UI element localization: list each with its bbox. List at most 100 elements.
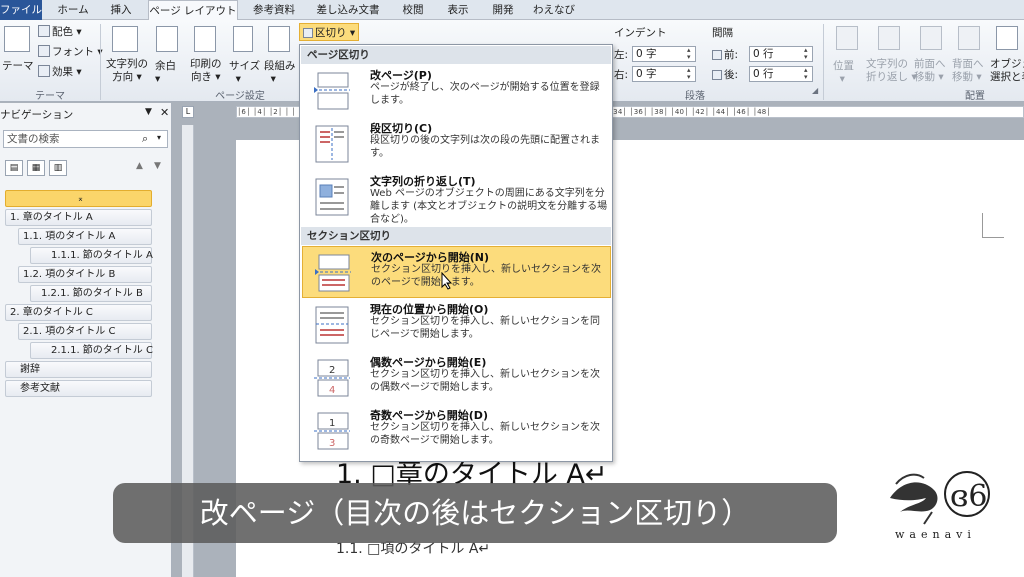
nav-node-sub2-1-1[interactable]: 2.1.1. 節のタイトル C (30, 342, 153, 359)
effects-button[interactable]: 効果 ▾ (38, 64, 82, 79)
theme-icon[interactable] (4, 26, 30, 52)
spacing-before-input[interactable]: 0 行 (749, 46, 813, 62)
nav-node-references[interactable]: 参考文献 (5, 380, 152, 397)
even-page-icon: 2 4 (314, 359, 350, 397)
position-button[interactable]: 位置 ▾ (833, 58, 854, 85)
tab-references[interactable]: 参考資料 (246, 0, 302, 20)
menu-item-desc: セクション区切りを挿入し、新しいセクションを次の奇数ページで開始します。 (370, 422, 600, 446)
group-label-arrange: 配置 (965, 91, 985, 102)
spacing-before-icon (712, 50, 722, 60)
orientation-icon[interactable] (194, 26, 216, 52)
svg-text:2: 2 (329, 365, 335, 376)
svg-text:ɞ6: ɞ6 (950, 479, 988, 514)
nav-node-acknowledgments[interactable]: 謝辞 (5, 361, 152, 378)
section-header-section-breaks: セクション区切り (301, 227, 611, 245)
menu-item-next-page[interactable]: 次のページから開始(N) セクション区切りを挿入し、新しいセクションを次のページ… (302, 246, 611, 298)
colors-button[interactable]: 配色 ▾ (38, 24, 82, 39)
nav-node-sec1-1[interactable]: 1.1. 項のタイトル A (18, 228, 152, 245)
previous-heading-icon[interactable]: ▲ (136, 161, 143, 171)
wrap-text-icon[interactable] (878, 26, 900, 50)
margins-button[interactable]: 余白 ▾ (155, 58, 176, 85)
indent-left-input[interactable]: 0 字 (632, 46, 696, 62)
section-header-page-breaks: ページ区切り (301, 46, 611, 64)
logo-text: waenavi (895, 528, 976, 541)
position-icon[interactable] (836, 26, 858, 50)
indent-left-label: 左: (614, 49, 629, 61)
paragraph-dialog-launcher-icon[interactable]: ◢ (812, 86, 818, 95)
palette-icon (38, 25, 50, 37)
group-label-theme: テーマ (35, 91, 65, 102)
nav-node-sec2-1[interactable]: 2.1. 項のタイトル C (18, 323, 152, 340)
tab-waenavi[interactable]: わえなび (531, 0, 577, 20)
menu-item-continuous[interactable]: 現在の位置から開始(O) セクション区切りを挿入し、新しいセクションを同じページ… (302, 299, 611, 351)
search-dropdown-icon[interactable]: ▾ (157, 133, 161, 142)
indent-label: インデント (614, 27, 667, 39)
margins-icon[interactable] (156, 26, 178, 52)
group-separator (823, 24, 824, 100)
pages-tab-icon[interactable]: ▦ (27, 160, 45, 176)
odd-page-icon: 1 3 (314, 412, 350, 450)
margin-corner-mark (982, 213, 1004, 238)
search-icon[interactable]: ⌕ (142, 132, 148, 146)
size-icon[interactable] (233, 26, 253, 52)
bring-forward-button[interactable]: 前面へ 移動 ▾ (914, 58, 946, 84)
bring-forward-icon[interactable] (920, 26, 942, 50)
tab-selector[interactable]: L (182, 106, 194, 118)
pane-menu-icon[interactable]: ▼ (145, 107, 152, 117)
text-direction-icon[interactable] (112, 26, 138, 52)
nav-node-title[interactable]: ⌅ (5, 190, 152, 207)
menu-item-desc: 段区切りの後の文字列は次の段の先頭に配置されます。 (370, 135, 600, 159)
page-break-icon (314, 72, 350, 110)
nav-node-ch1[interactable]: 1. 章のタイトル A (5, 209, 152, 226)
tab-home[interactable]: ホーム (47, 0, 99, 20)
nav-node-sub1-2-1[interactable]: 1.2.1. 節のタイトル B (30, 285, 152, 302)
indent-right-input[interactable]: 0 字 (632, 66, 696, 82)
font-icon (38, 45, 50, 57)
tab-developer[interactable]: 開発 (486, 0, 520, 20)
fonts-button[interactable]: フォント ▾ (38, 44, 103, 59)
size-button[interactable]: サイズ ▾ (229, 58, 260, 85)
spacing-label: 間隔 (712, 27, 733, 39)
menu-item-desc: ページが終了し、次のページが開始する位置を登録します。 (370, 82, 600, 106)
menu-item-page-break[interactable]: 改ページ(P) ページが終了し、次のページが開始する位置を登録します。 (302, 65, 611, 117)
menu-item-desc: セクション区切りを挿入し、新しいセクションを次のページで開始します。 (371, 264, 601, 288)
columns-button[interactable]: 段組み ▾ (264, 58, 296, 85)
svg-text:3: 3 (329, 438, 335, 449)
text-wrapping-icon (315, 178, 349, 216)
wrap-text-button[interactable]: 文字列の 折り返し ▾ (866, 58, 917, 84)
breaks-button[interactable]: 区切り ▾ (299, 23, 360, 41)
menu-item-desc: セクション区切りを挿入し、新しいセクションを次の偶数ページで開始します。 (370, 369, 600, 393)
tab-review[interactable]: 校閲 (396, 0, 430, 20)
menu-item-text-wrapping[interactable]: 文字列の折り返し(T) Web ページのオブジェクトの周囲にある文字列を分離しま… (302, 171, 611, 225)
breaks-dropdown-menu: ページ区切り 改ページ(P) ページが終了し、次のページが開始する位置を登録しま… (299, 44, 613, 462)
tab-insert[interactable]: 挿入 (103, 0, 139, 20)
send-backward-icon[interactable] (958, 26, 980, 50)
nav-node-sub1-1-1[interactable]: 1.1.1. 節のタイトル A (30, 247, 153, 264)
orientation-button[interactable]: 印刷の 向き ▾ (190, 58, 222, 84)
menu-item-column-break[interactable]: 段区切り(C) 段区切りの後の文字列は次の段の先頭に配置されます。 (302, 118, 611, 170)
menu-item-even-page[interactable]: 2 4 偶数ページから開始(E) セクション区切りを挿入し、新しいセクションを次… (302, 352, 611, 404)
results-tab-icon[interactable]: ▥ (49, 160, 67, 176)
spacing-after-input[interactable]: 0 行 (749, 66, 813, 82)
group-separator (100, 24, 101, 100)
tab-file[interactable]: ファイル (0, 0, 42, 20)
next-heading-icon[interactable]: ▼ (154, 161, 161, 171)
headings-tab-icon[interactable]: ▤ (5, 160, 23, 176)
close-icon[interactable]: ✕ (160, 106, 169, 119)
tab-view[interactable]: 表示 (441, 0, 475, 20)
nav-node-ch2[interactable]: 2. 章のタイトル C (5, 304, 152, 321)
tab-mailings[interactable]: 差し込み文書 (308, 0, 388, 20)
collapse-arrow-icon: ⌅ (77, 194, 84, 203)
effects-icon (38, 65, 50, 77)
columns-icon[interactable] (268, 26, 290, 52)
selection-pane-icon[interactable] (996, 26, 1018, 50)
nav-node-sec1-2[interactable]: 1.2. 項のタイトル B (18, 266, 152, 283)
text-direction-button[interactable]: 文字列の 方向 ▾ (106, 58, 148, 84)
selection-pane-button[interactable]: オブジェク選択と表 (990, 58, 1024, 84)
send-backward-button[interactable]: 背面へ 移動 ▾ (952, 58, 984, 84)
svg-text:4: 4 (329, 385, 335, 396)
tab-page-layout[interactable]: ページ レイアウト (148, 0, 238, 21)
video-subtitle: 改ページ（目次の後はセクション区切り） (113, 483, 837, 543)
menu-item-odd-page[interactable]: 1 3 奇数ページから開始(D) セクション区切りを挿入し、新しいセクションを次… (302, 405, 611, 457)
theme-button-label[interactable]: テーマ (2, 58, 34, 73)
